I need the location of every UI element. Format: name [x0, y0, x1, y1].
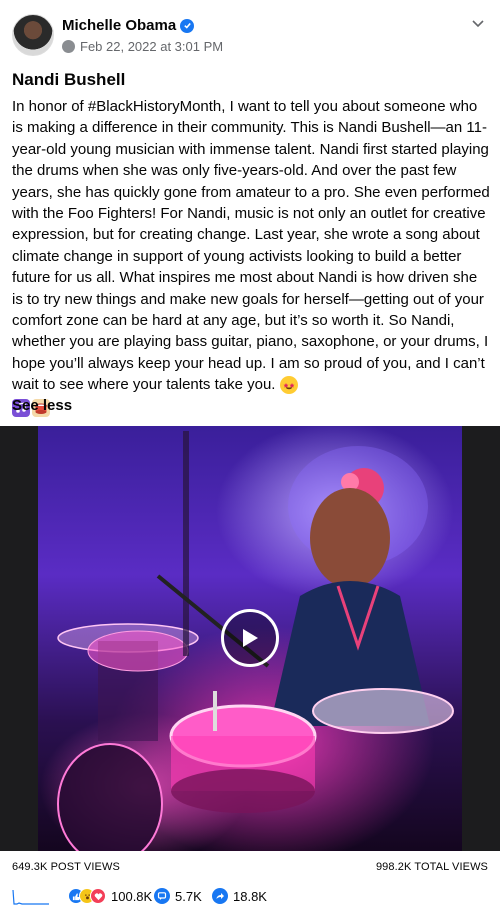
- view-stats: 649.3K POST VIEWS 998.2K TOTAL VIEWS: [12, 861, 488, 873]
- comments-count: 5.7K: [175, 888, 202, 904]
- reactions-count: 100.8K: [111, 888, 153, 904]
- see-less-link[interactable]: See less: [12, 397, 72, 414]
- post-body-container: In honor of #BlackHistoryMonth, I want t…: [12, 96, 490, 417]
- views-sparkline-icon: [12, 889, 49, 905]
- comments-metric[interactable]: 5.7K: [154, 888, 202, 904]
- verified-badge-icon: [180, 18, 195, 33]
- post-timestamp[interactable]: Feb 22, 2022 at 3:01 PM: [80, 39, 223, 54]
- reactions-metric[interactable]: 100.8K: [68, 888, 152, 904]
- engagement-bar: 100.8K 5.7K 18.8K: [12, 886, 488, 908]
- emoji-row: [279, 376, 298, 395]
- comment-icon: [154, 888, 170, 904]
- post-header: Michelle Obama Feb 22, 2022 at 3:01 PM: [12, 12, 488, 60]
- post-meta: Feb 22, 2022 at 3:01 PM: [62, 39, 223, 54]
- love-icon: [90, 888, 106, 904]
- reactions-icons: [68, 888, 106, 904]
- total-views: 998.2K TOTAL VIEWS: [375, 861, 488, 873]
- chevron-down-icon[interactable]: [468, 14, 488, 34]
- author-avatar[interactable]: [12, 14, 54, 56]
- share-icon: [212, 888, 228, 904]
- star-struck-emoji-icon: [279, 376, 298, 395]
- play-button[interactable]: [221, 609, 279, 667]
- shares-count: 18.8K: [233, 888, 267, 904]
- post-body: In honor of #BlackHistoryMonth, I want t…: [12, 98, 490, 394]
- shares-metric[interactable]: 18.8K: [212, 888, 267, 904]
- post-title: Nandi Bushell: [12, 70, 126, 89]
- author-name[interactable]: Michelle Obama: [62, 17, 176, 34]
- author-name-row[interactable]: Michelle Obama: [62, 17, 195, 34]
- post-views: 649.3K POST VIEWS: [12, 861, 120, 873]
- globe-icon: [62, 40, 75, 53]
- play-icon: [243, 629, 258, 647]
